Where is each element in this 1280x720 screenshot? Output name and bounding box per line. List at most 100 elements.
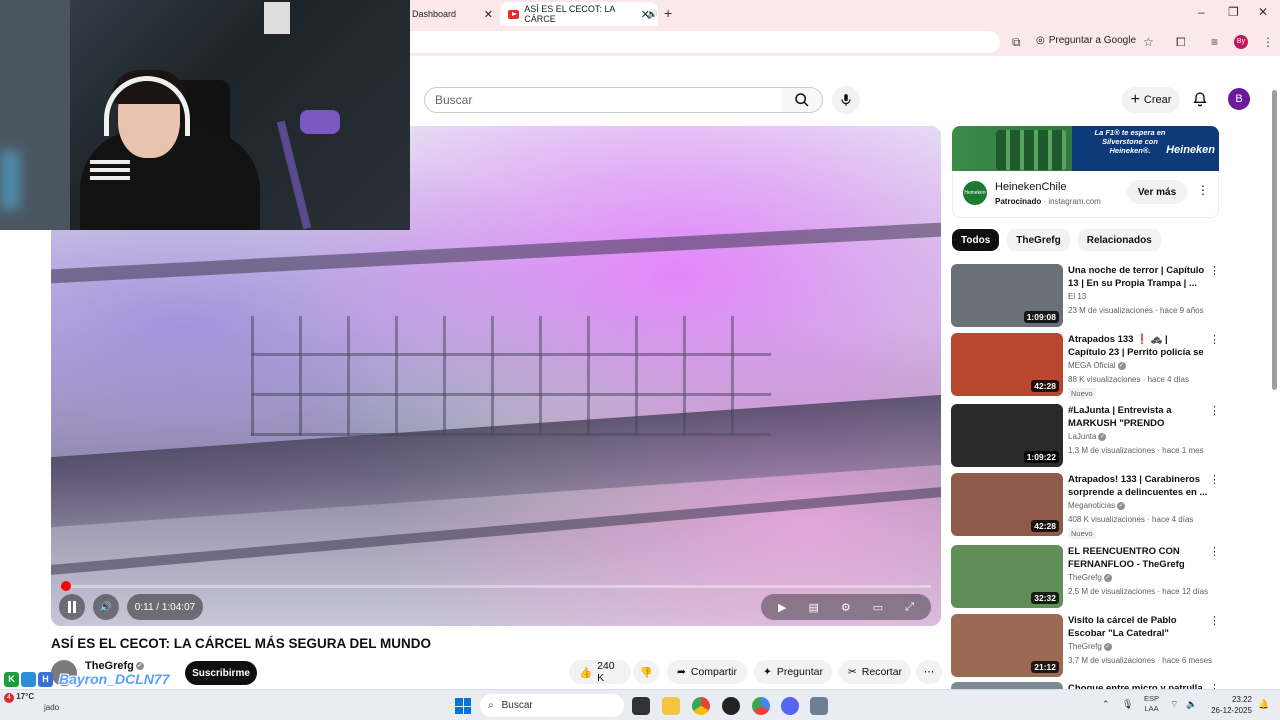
recommendation-title[interactable]: #LaJunta | Entrevista a MARKUSH "PRENDO … <box>1068 404 1208 431</box>
page-scrollbar[interactable] <box>1270 80 1278 686</box>
tray-mic-icon[interactable]: 🎙 <box>1122 699 1133 710</box>
language-indicator[interactable]: ESP LAA <box>1144 694 1159 714</box>
install-app-icon[interactable]: ⧉ <box>1012 35 1021 50</box>
clip-button[interactable]: ✂ Recortar <box>839 660 911 684</box>
search-button[interactable] <box>781 87 823 113</box>
ask-button[interactable]: ✦ Preguntar <box>754 660 832 684</box>
channel-label: LaJunta <box>1068 432 1097 441</box>
chrome-icon[interactable] <box>692 697 710 715</box>
ad-banner-image[interactable]: La F1® te espera en Silverstone con Hein… <box>952 126 1219 171</box>
theater-mode-icon[interactable]: ▭ <box>873 601 883 614</box>
share-button[interactable]: ➦ Compartir <box>667 660 747 684</box>
recommendation-channel[interactable]: LaJunta ✓ <box>1068 432 1107 441</box>
volume-tray-icon[interactable]: 🔈 <box>1186 699 1197 710</box>
discord-icon[interactable] <box>781 697 799 715</box>
settings-gear-icon[interactable]: ⚙ <box>841 601 851 614</box>
create-label: Crear <box>1143 94 1172 106</box>
kick-badge: K <box>4 671 19 687</box>
restore-icon[interactable]: ❐ <box>1228 5 1239 19</box>
webcam-overlay <box>0 0 410 230</box>
close-icon[interactable]: ✕ <box>641 8 650 21</box>
weather-widget[interactable]: 4 17°C jado <box>4 692 59 713</box>
recommendation-item[interactable]: 1:09:22 #LaJunta | Entrevista a MARKUSH "… <box>951 404 1231 468</box>
wifi-icon[interactable]: ⌔ <box>1170 699 1178 710</box>
ad-cta-button[interactable]: Ver más <box>1127 180 1187 204</box>
file-explorer-icon[interactable] <box>662 697 680 715</box>
video-thumbnail[interactable]: 1:09:22 <box>951 404 1063 467</box>
bookmark-star-icon[interactable]: ☆ <box>1143 35 1154 49</box>
system-clock[interactable]: 23:22 26-12-2025 <box>1206 694 1252 716</box>
more-options-icon[interactable]: ⋮ <box>1209 264 1220 277</box>
recommendation-item[interactable]: 42:28 Atrapados 133 ❗ 🚓 | Capítulo 23 | P… <box>951 333 1231 399</box>
more-actions-button[interactable]: ⋯ <box>916 660 942 684</box>
chrome-profile-icon[interactable] <box>752 697 770 715</box>
ad-menu-icon[interactable]: ⋮ <box>1197 183 1209 197</box>
tab-youtube-video[interactable]: ASÍ ES EL CECOT: LA CÁRCE 🔊 ✕ <box>500 2 658 26</box>
create-button[interactable]: + Crear <box>1122 87 1180 113</box>
recommendation-channel[interactable]: TheGrefg ✓ <box>1068 642 1112 651</box>
recommendation-channel[interactable]: El 13 <box>1068 292 1086 301</box>
recommendation-title[interactable]: Atrapados! 133 | Carabineros sorprende a… <box>1068 473 1208 499</box>
profile-avatar[interactable]: By <box>1234 35 1248 49</box>
recommendation-title[interactable]: Atrapados 133 ❗ 🚓 | Capítulo 23 | Perrit… <box>1068 333 1208 360</box>
close-window-icon[interactable]: ✕ <box>1258 5 1268 19</box>
tab-dashboard[interactable]: k Dashboard ✕ <box>405 2 501 26</box>
more-options-icon[interactable]: ⋮ <box>1209 614 1220 627</box>
dislike-button[interactable]: 👎 <box>633 660 659 684</box>
autoplay-toggle-icon[interactable]: ▶ <box>778 601 786 614</box>
like-button[interactable]: 👍 240 K <box>569 660 631 684</box>
recommendation-item[interactable]: 21:12 Visito la cárcel de Pablo Escobar "… <box>951 614 1231 678</box>
video-thumbnail[interactable]: 42:28 <box>951 473 1063 536</box>
notification-bell-icon[interactable]: 🔔 <box>1258 699 1269 710</box>
ask-google-button[interactable]: ◎ Preguntar a Google <box>1036 35 1136 46</box>
volume-button[interactable]: 🔊 <box>93 594 119 620</box>
more-options-icon[interactable]: ⋮ <box>1209 333 1220 346</box>
task-view-icon[interactable] <box>632 697 650 715</box>
chip-todos[interactable]: Todos <box>952 229 1000 251</box>
new-tab-button[interactable]: + <box>664 5 672 21</box>
fullscreen-icon[interactable]: ⤢ <box>905 601 914 614</box>
pause-button[interactable] <box>59 594 85 620</box>
kebab-menu-icon[interactable]: ⋮ <box>1262 35 1274 49</box>
video-thumbnail[interactable]: 32:32 <box>951 545 1063 608</box>
chip-thegrefg[interactable]: TheGrefg <box>1007 229 1070 251</box>
chip-relacionados[interactable]: Relacionados <box>1077 229 1161 251</box>
progress-bar[interactable] <box>61 581 931 591</box>
media-control-icon[interactable]: ≡ <box>1211 35 1218 49</box>
omnibox[interactable] <box>380 31 1000 53</box>
advertiser-name[interactable]: HeinekenChile <box>995 181 1067 193</box>
video-thumbnail[interactable]: 1:09:08 <box>951 264 1063 327</box>
voice-search-button[interactable] <box>832 86 860 114</box>
tray-expand-icon[interactable]: ⌃ <box>1102 699 1110 710</box>
recommendation-item[interactable]: 1:09:08 Una noche de terror | Capítulo 13… <box>951 264 1231 328</box>
recommendation-title[interactable]: Visito la cárcel de Pablo Escobar "La Ca… <box>1068 614 1208 640</box>
recommendation-channel[interactable]: Meganoticias ✓ <box>1068 501 1126 510</box>
windows-start-icon[interactable] <box>455 698 471 714</box>
video-thumbnail[interactable]: 42:28 <box>951 333 1063 396</box>
recommendation-title[interactable]: EL REENCUENTRO CON FERNANFLOO - TheGrefg <box>1068 545 1208 571</box>
app-icon[interactable] <box>722 697 740 715</box>
channel-label: TheGrefg <box>1068 642 1102 651</box>
video-thumbnail[interactable]: 21:12 <box>951 614 1063 677</box>
minimize-icon[interactable]: – <box>1198 5 1205 19</box>
settings-icon[interactable] <box>810 697 828 715</box>
close-icon[interactable]: ✕ <box>484 8 493 21</box>
recommendation-item[interactable]: 42:28 Atrapados! 133 | Carabineros sorpre… <box>951 473 1231 539</box>
more-options-icon[interactable]: ⋮ <box>1209 545 1220 558</box>
recommendation-channel[interactable]: TheGrefg ✓ <box>1068 573 1112 582</box>
subtitles-icon[interactable]: ▤ <box>808 601 818 614</box>
scrubber-handle[interactable] <box>61 581 71 591</box>
notifications-button[interactable] <box>1192 90 1208 113</box>
more-options-icon[interactable]: ⋮ <box>1209 404 1220 417</box>
advertiser-logo[interactable]: Heineken <box>963 181 987 205</box>
taskbar-search[interactable]: ⌕ Buscar <box>480 694 624 717</box>
more-options-icon[interactable]: ⋮ <box>1209 473 1220 486</box>
extensions-icon[interactable]: ⧠ <box>1176 35 1186 50</box>
recommendation-channel[interactable]: MEGA Oficial ✓ <box>1068 361 1126 370</box>
account-avatar[interactable]: B <box>1228 88 1250 110</box>
channel-label: Meganoticias <box>1068 501 1116 510</box>
recommendation-item[interactable]: 32:32 EL REENCUENTRO CON FERNANFLOO - The… <box>951 545 1231 609</box>
scrollbar-thumb[interactable] <box>1272 90 1277 390</box>
search-input[interactable]: Buscar <box>424 87 782 113</box>
recommendation-title[interactable]: Una noche de terror | Capítulo 13 | En s… <box>1068 264 1208 290</box>
